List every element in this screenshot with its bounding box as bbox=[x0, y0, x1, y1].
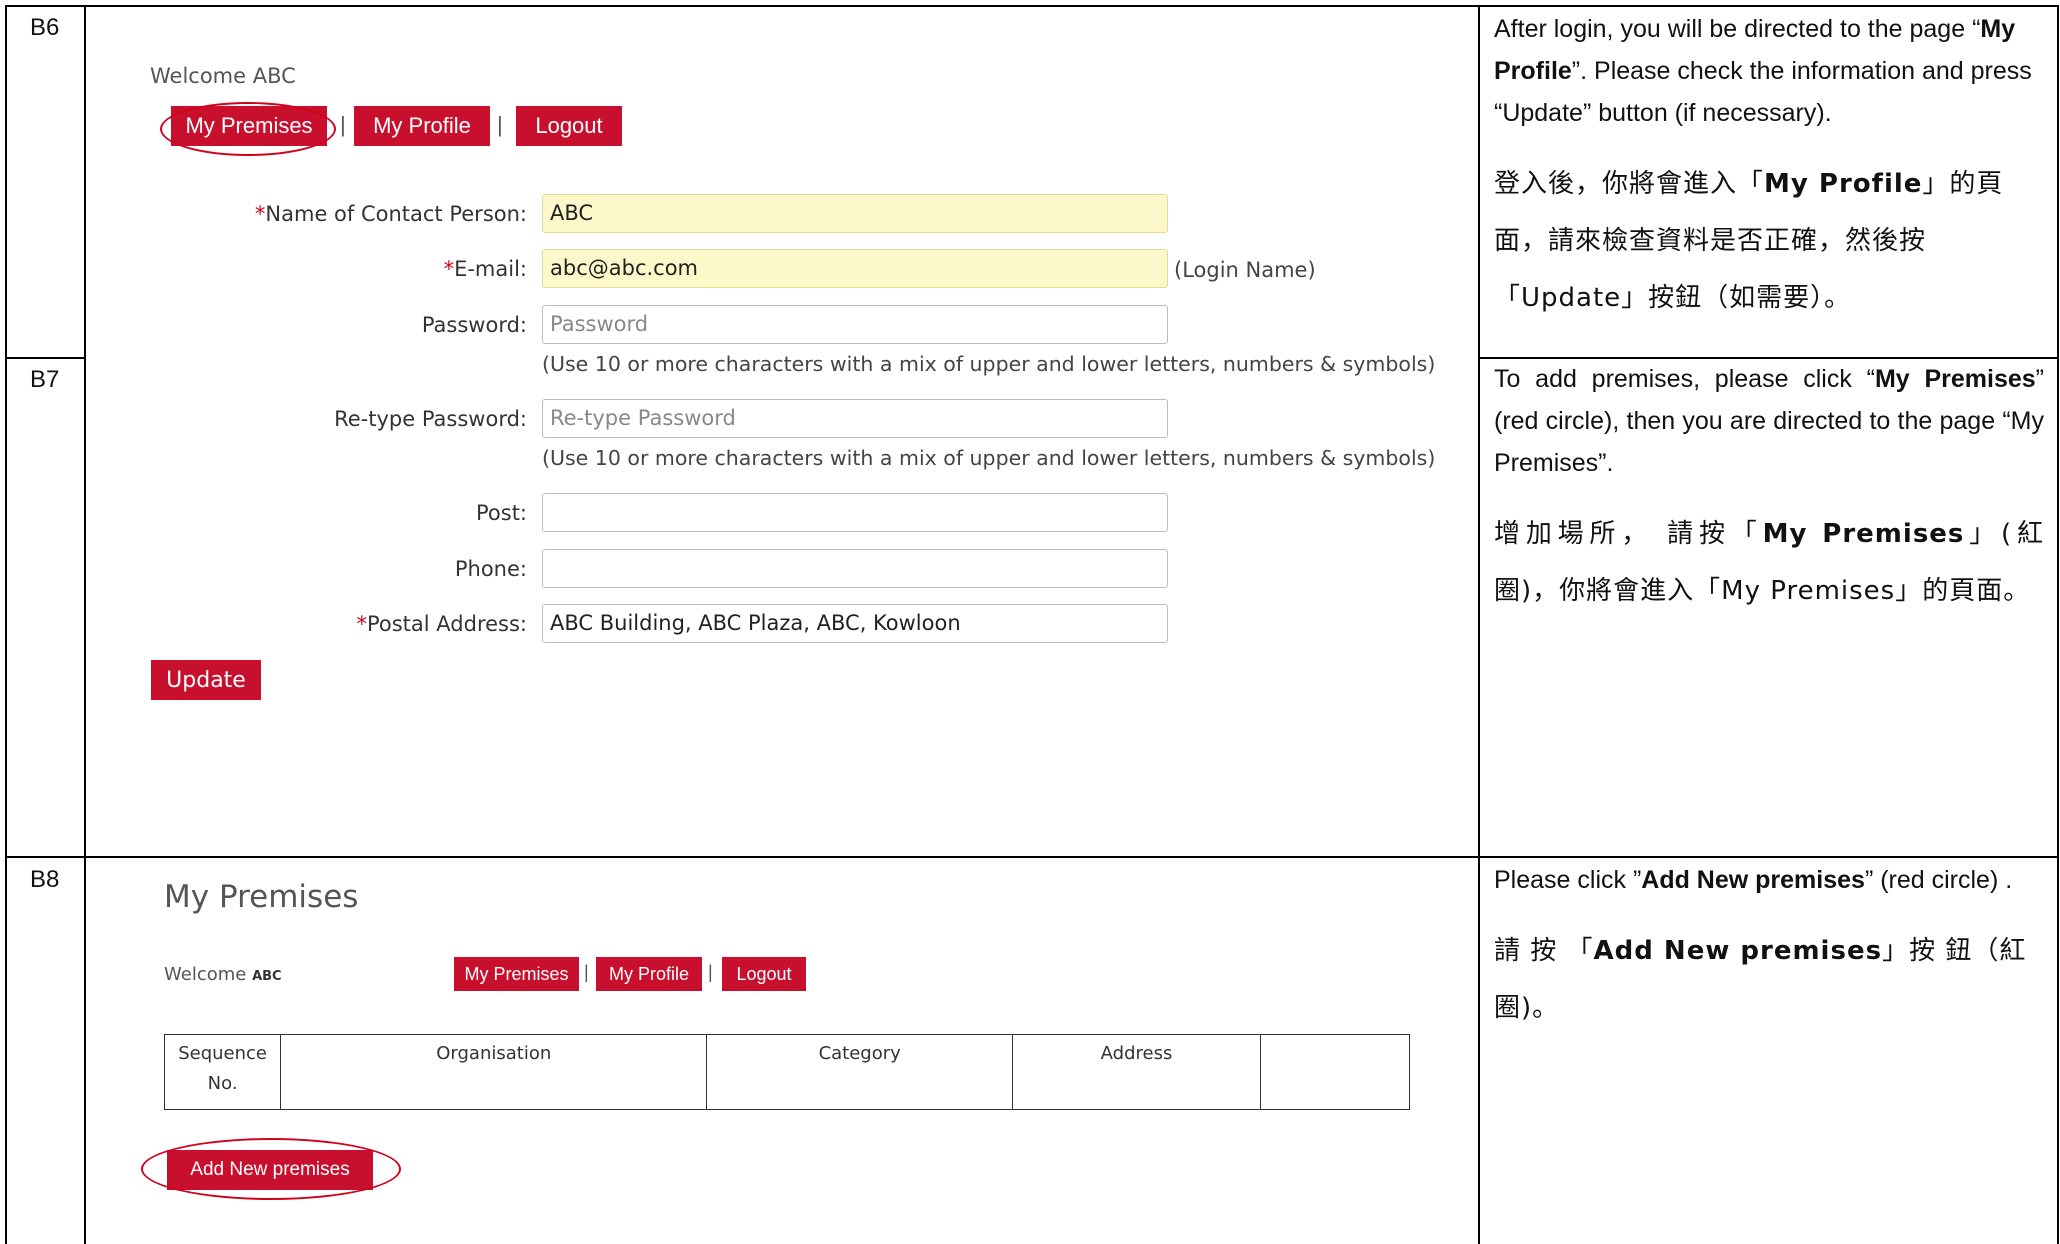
phone-label: Phone: bbox=[454, 557, 527, 581]
nav-my-premises-button[interactable]: My Premises bbox=[454, 957, 579, 991]
desc-b6-en: After login, you will be directed to the… bbox=[1494, 15, 2032, 127]
welcome-text: Welcome ABC bbox=[150, 64, 296, 88]
post-field[interactable] bbox=[542, 493, 1168, 532]
nav-separator: | bbox=[340, 112, 346, 137]
postal-address-field[interactable]: ABC Building, ABC Plaza, ABC, Kowloon bbox=[542, 604, 1168, 643]
nav-separator: | bbox=[497, 112, 503, 137]
grid-border-right bbox=[2057, 5, 2059, 1244]
nav-separator: | bbox=[584, 962, 589, 982]
phone-field[interactable] bbox=[542, 549, 1168, 588]
desc-b7-zh: 增加場所， 請按「My Premises」(紅圈)，你將會進入「My Premi… bbox=[1494, 519, 2044, 606]
retype-password-label: Re-type Password: bbox=[334, 407, 527, 431]
retype-password-field[interactable]: Re-type Password bbox=[542, 399, 1168, 438]
email-field[interactable]: abc@abc.com bbox=[542, 249, 1168, 288]
grid-border-top bbox=[5, 5, 2058, 7]
grid-col-divider-2 bbox=[1478, 5, 1480, 1244]
col-header-blank bbox=[1259, 1034, 1411, 1110]
col-header-sequence: Sequence No. bbox=[163, 1034, 282, 1110]
nav-logout-button[interactable]: Logout bbox=[516, 106, 622, 146]
update-button[interactable]: Update bbox=[151, 660, 261, 700]
grid-col-divider-1 bbox=[84, 5, 86, 1244]
email-label: *E-mail: bbox=[443, 257, 527, 281]
retype-password-hint: (Use 10 or more characters with a mix of… bbox=[542, 446, 1436, 470]
post-label: Post: bbox=[475, 501, 527, 525]
desc-b7-en: To add premises, please click “My Premis… bbox=[1494, 365, 2044, 477]
contact-person-label: *Name of Contact Person: bbox=[254, 202, 527, 226]
col-header-organisation: Organisation bbox=[280, 1034, 708, 1110]
highlight-red-circle bbox=[160, 102, 336, 156]
row-label-b6: B6 bbox=[30, 14, 60, 41]
grid-row-divider-b6-label bbox=[5, 357, 86, 359]
welcome-text: Welcome ABC bbox=[164, 964, 282, 985]
desc-b6-zh: 登入後，你將會進入「My Profile」的頁面，請來檢查資料是否正確，然後按「… bbox=[1494, 169, 2004, 313]
contact-person-field[interactable]: ABC bbox=[542, 194, 1168, 233]
desc-b7: To add premises, please click “My Premis… bbox=[1494, 358, 2044, 642]
grid-row-divider-b8 bbox=[5, 856, 2058, 858]
col-header-category: Category bbox=[706, 1034, 1014, 1110]
grid-border-left bbox=[5, 5, 7, 1244]
login-name-note: (Login Name) bbox=[1174, 258, 1316, 282]
nav-logout-button[interactable]: Logout bbox=[722, 957, 806, 991]
postal-address-label: *Postal Address: bbox=[356, 612, 527, 636]
highlight-red-circle bbox=[141, 1138, 401, 1200]
password-label: Password: bbox=[421, 313, 527, 337]
welcome-user-name: ABC bbox=[252, 969, 282, 984]
nav-my-profile-button[interactable]: My Profile bbox=[596, 957, 702, 991]
premises-table: Sequence No. Organisation Category Addre… bbox=[163, 1034, 1411, 1110]
row-label-b7: B7 bbox=[30, 366, 60, 393]
page-title: My Premises bbox=[164, 879, 359, 915]
row-label-b8: B8 bbox=[30, 866, 60, 893]
nav-my-profile-button[interactable]: My Profile bbox=[354, 106, 490, 146]
profile-form: *Name of Contact Person: *E-mail: Passwo… bbox=[150, 190, 1450, 720]
table-header-row: Sequence No. Organisation Category Addre… bbox=[163, 1034, 1411, 1110]
nav-separator: | bbox=[708, 962, 713, 982]
password-field[interactable]: Password bbox=[542, 305, 1168, 344]
password-hint: (Use 10 or more characters with a mix of… bbox=[542, 352, 1436, 376]
col-header-address: Address bbox=[1012, 1034, 1261, 1110]
desc-b8-en: Please click ”Add New premises” (red cir… bbox=[1494, 866, 2013, 894]
desc-b8-zh: 請 按 「Add New premises」按 鈕（紅圈)。 bbox=[1494, 936, 2027, 1023]
desc-b6: After login, you will be directed to the… bbox=[1494, 8, 2044, 349]
desc-b8: Please click ”Add New premises” (red cir… bbox=[1494, 859, 2044, 1059]
